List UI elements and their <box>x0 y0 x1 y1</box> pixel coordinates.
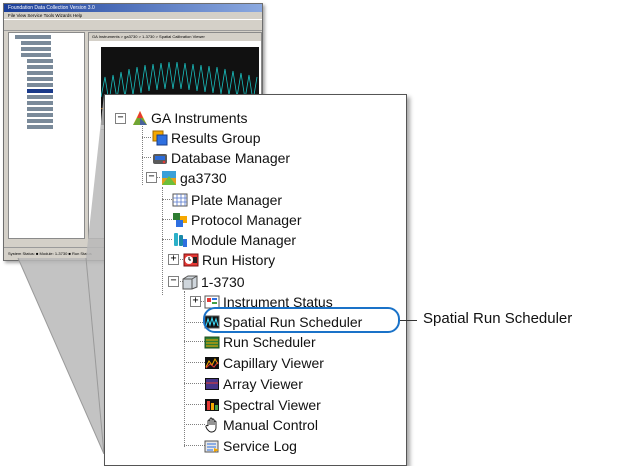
protocol-manager-icon <box>172 212 188 228</box>
array-viewer-icon <box>204 376 220 392</box>
tree-label-spectral-viewer: Spectral Viewer <box>223 397 321 413</box>
callout-leader-line <box>400 320 417 321</box>
plate-grid-icon <box>172 192 188 208</box>
root-collapse-toggle[interactable]: − <box>115 113 126 124</box>
tree-label-manual-control: Manual Control <box>223 417 318 433</box>
database-manager-icon <box>152 150 168 166</box>
tree-panel-zoomed: − − + − + GA Instruments Results Group D… <box>104 94 407 466</box>
hand-icon <box>204 417 220 433</box>
service-log-icon <box>204 438 220 454</box>
module-collapse-toggle[interactable]: − <box>168 276 179 287</box>
tree-label-1-3730: 1-3730 <box>201 274 245 290</box>
tree-item-plate-manager[interactable]: Plate Manager <box>172 190 282 210</box>
tree-item-spectral-viewer[interactable]: Spectral Viewer <box>204 395 321 415</box>
run-scheduler-icon <box>204 334 220 350</box>
tree-item-capillary-viewer[interactable]: Capillary Viewer <box>204 353 324 373</box>
tree-label-module-manager: Module Manager <box>191 232 297 248</box>
tree-item-service-log[interactable]: Service Log <box>204 436 297 456</box>
tree-label-run-scheduler: Run Scheduler <box>223 334 316 350</box>
tree-item-manual-control[interactable]: Manual Control <box>204 415 318 435</box>
spectral-viewer-icon <box>204 397 220 413</box>
tree-label-protocol-manager: Protocol Manager <box>191 212 302 228</box>
tree-label-results-group: Results Group <box>171 130 261 146</box>
tree-item-1-3730[interactable]: 1-3730 <box>182 272 245 292</box>
tree-label-capillary-viewer: Capillary Viewer <box>223 355 324 371</box>
tree-label-service-log: Service Log <box>223 438 297 454</box>
instrument-status-expand-toggle[interactable]: + <box>190 296 201 307</box>
tree-label-ga3730: ga3730 <box>180 170 227 186</box>
tree-label-array-viewer: Array Viewer <box>223 376 303 392</box>
tree-item-run-history[interactable]: Run History <box>183 250 275 270</box>
tree-item-module-manager[interactable]: Module Manager <box>172 230 296 250</box>
run-history-expand-toggle[interactable]: + <box>168 254 179 265</box>
tree-item-database-manager[interactable]: Database Manager <box>152 148 290 168</box>
tree-label-plate-manager: Plate Manager <box>191 192 283 208</box>
highlight-ring <box>203 307 400 333</box>
run-history-clock-icon <box>183 252 199 268</box>
tree-item-array-viewer[interactable]: Array Viewer <box>204 374 303 394</box>
instrument-image-icon <box>161 170 177 186</box>
module-box-icon <box>182 274 198 290</box>
tree-label-ga-instruments: GA Instruments <box>151 110 248 126</box>
tree-item-ga3730[interactable]: ga3730 <box>161 168 227 188</box>
capillary-viewer-icon <box>204 355 220 371</box>
tree-item-run-scheduler[interactable]: Run Scheduler <box>204 332 316 352</box>
ga-instruments-logo-icon <box>132 110 148 126</box>
tree-item-ga-instruments[interactable]: GA Instruments <box>132 108 247 128</box>
tree-label-run-history: Run History <box>202 252 276 268</box>
module-manager-icon <box>172 232 188 248</box>
callout-label: Spatial Run Scheduler <box>423 310 573 327</box>
instrument-collapse-toggle[interactable]: − <box>146 172 157 183</box>
tree-label-database-manager: Database Manager <box>171 150 291 166</box>
results-group-icon <box>152 130 168 146</box>
tree-item-protocol-manager[interactable]: Protocol Manager <box>172 210 302 230</box>
tree-item-results-group[interactable]: Results Group <box>152 128 260 148</box>
